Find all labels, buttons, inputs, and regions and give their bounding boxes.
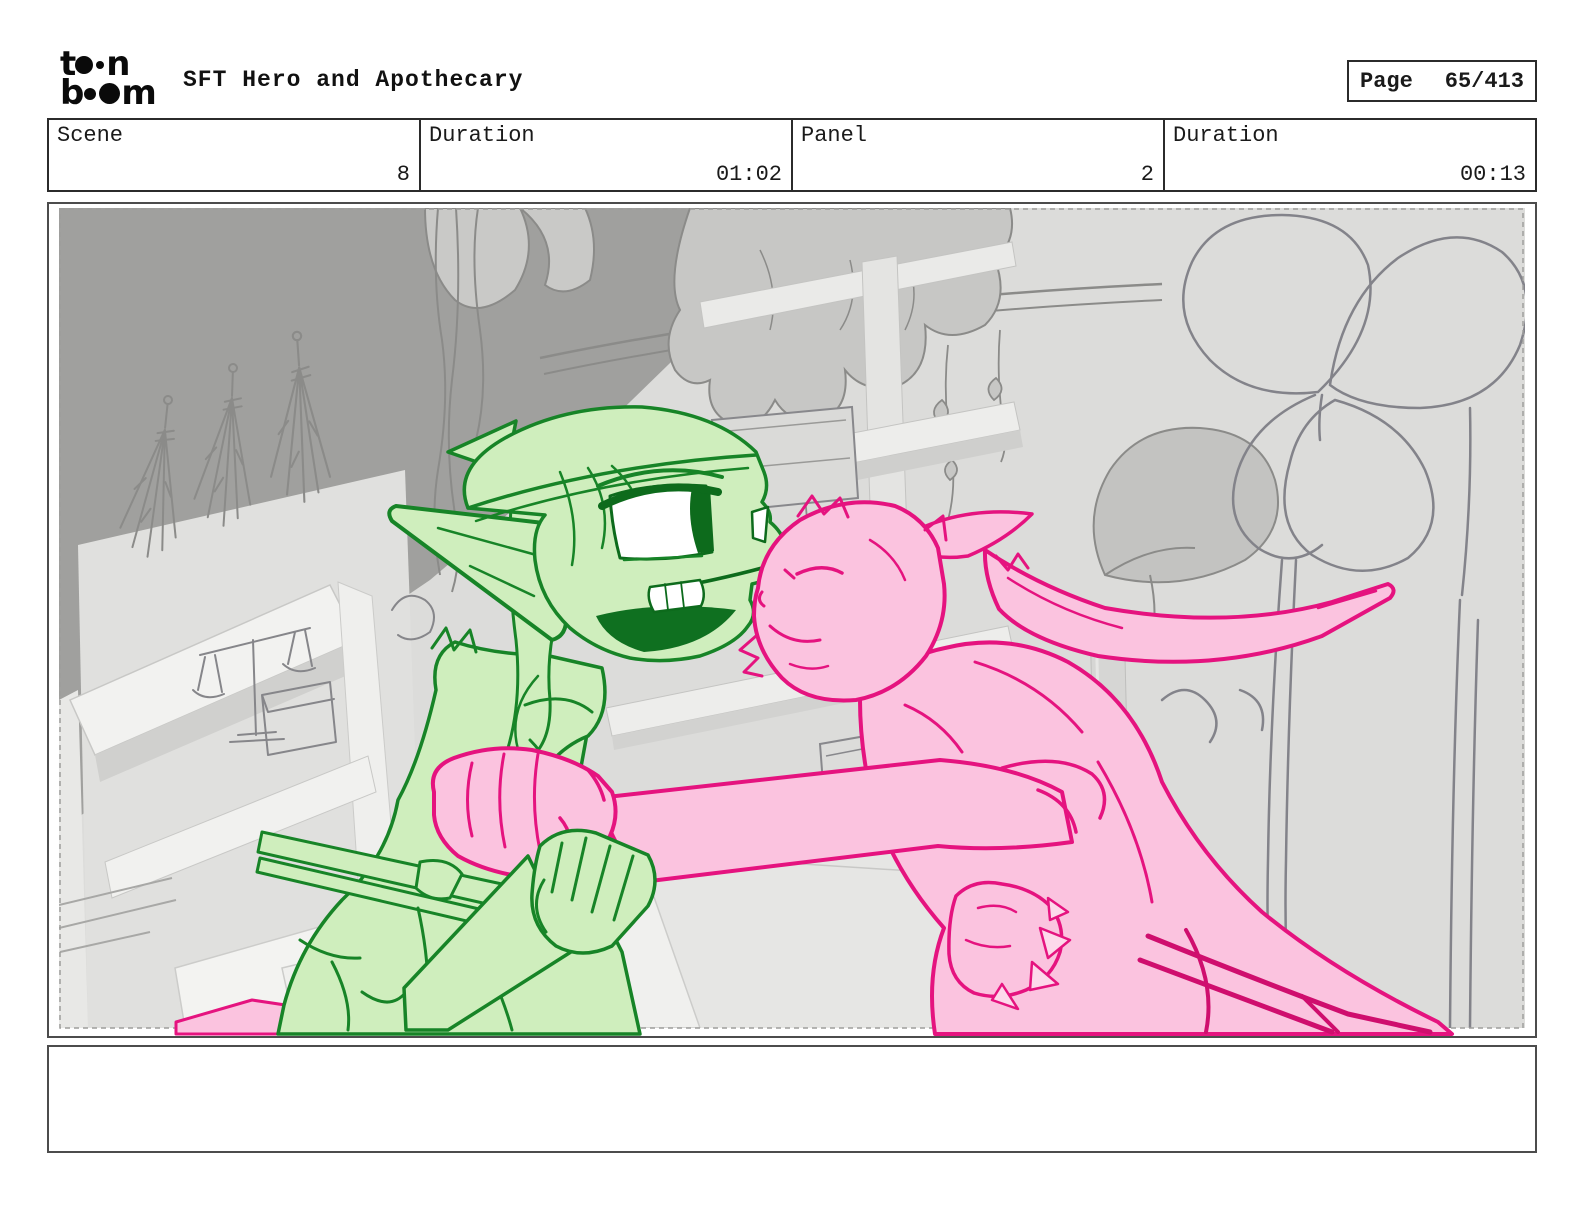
logo-letter: m [121,73,156,113]
scene-duration-cell: Duration 01:02 [421,120,793,190]
project-title: SFT Hero and Apothecary [183,67,524,93]
scene-cell: Scene 8 [49,120,421,190]
panel-cell: Panel 2 [793,120,1165,190]
caption-box [47,1045,1537,1153]
duration-label: Duration [429,123,535,148]
logo-dot-icon [84,87,97,100]
toonboom-logo: tn bm [60,47,190,113]
scene-label: Scene [57,123,124,148]
storyboard-drawing [59,208,1525,1036]
page-number-box: Page 65/413 [1347,60,1537,102]
green-character-teeth [647,578,705,614]
logo-dot-icon [99,83,121,104]
page-value: 65/413 [1444,68,1524,94]
duration-value: 00:13 [1459,162,1526,187]
panel-label: Panel [801,123,868,148]
duration-label: Duration [1173,123,1279,148]
logo-dot-icon [75,55,94,74]
panel-value: 2 [1140,162,1154,187]
caption-text [49,1047,1535,1063]
scene-value: 8 [396,162,410,187]
storyboard-panel-frame [47,202,1537,1038]
duration-value: 01:02 [715,162,782,187]
logo-dot-icon [96,60,105,69]
logo-letter: b [60,73,84,113]
panel-info-table: Scene 8 Duration 01:02 Panel 2 Duration … [47,118,1537,192]
panel-duration-cell: Duration 00:13 [1165,120,1535,190]
page-label: Page [1360,68,1413,94]
logo-line-2: bm [60,73,190,113]
